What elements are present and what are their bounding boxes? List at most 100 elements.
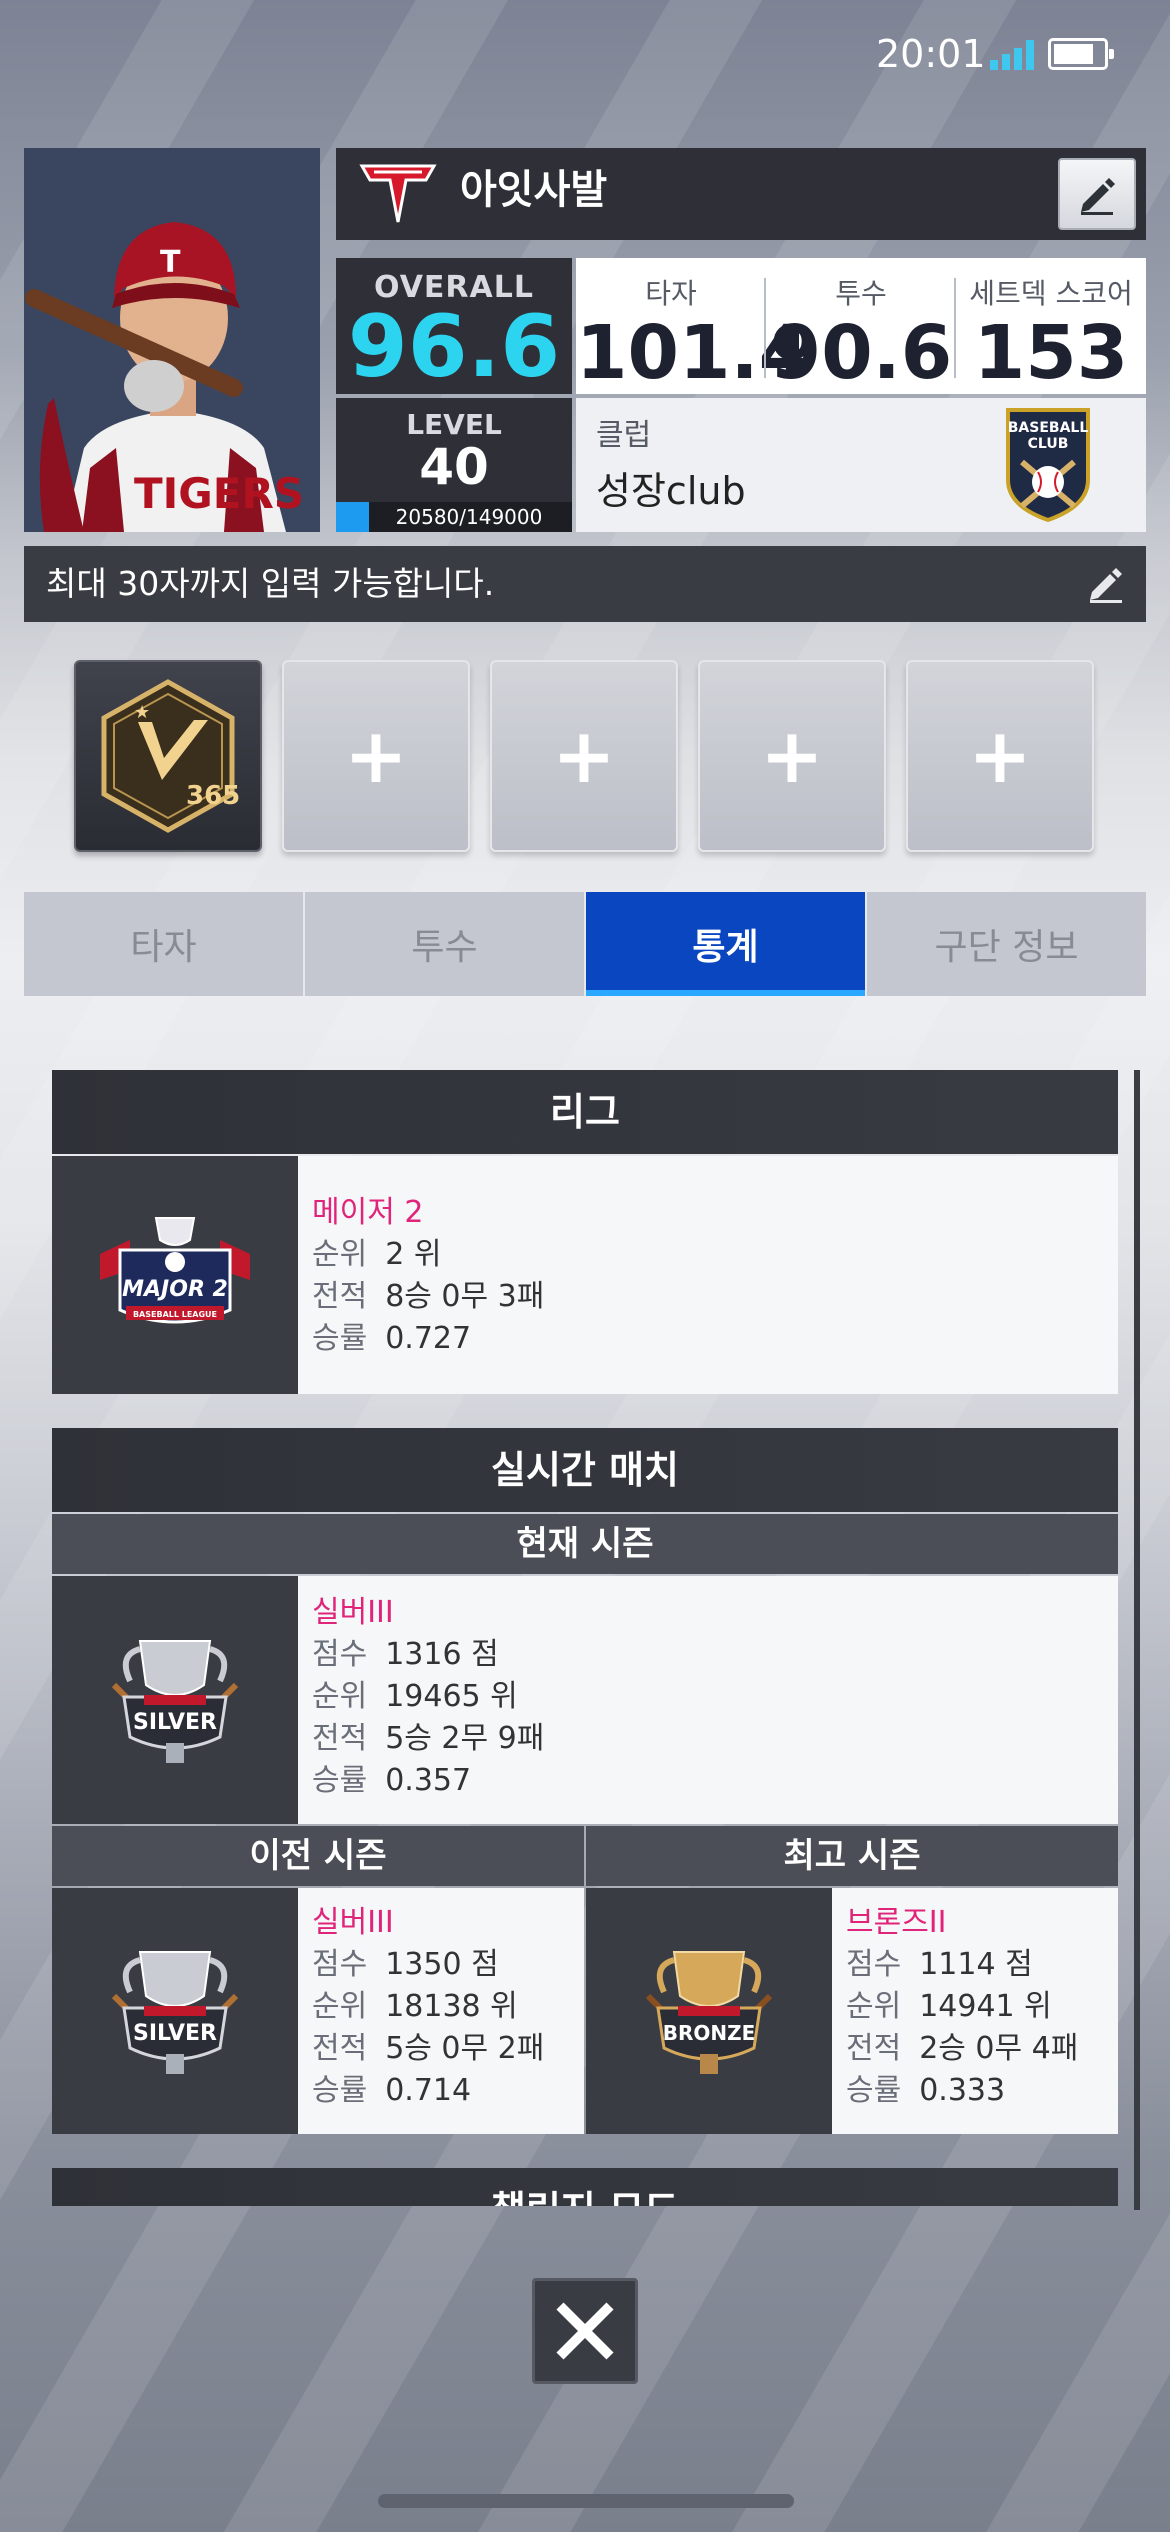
current-tier: 실버III (312, 1595, 394, 1630)
best-season-header: 최고 시즌 (586, 1826, 1118, 1886)
club-label: 클럽 (596, 418, 652, 453)
current-rate-row: 승률 0.357 (312, 1763, 472, 1798)
best-tier: 브론즈II (846, 1905, 947, 1940)
status-time: 20:01 (876, 32, 986, 76)
badge-slot-4[interactable]: + (698, 660, 886, 852)
profile-message-text: 최대 30자까지 입력 가능합니다. (46, 564, 495, 603)
batter-stat-label: 타자 (645, 277, 697, 310)
tab-bar: 타자 투수 통계 구단 정보 (24, 892, 1146, 996)
edit-name-button[interactable] (1058, 158, 1136, 230)
best-record-row: 전적 2승 0무 4패 (846, 2031, 1079, 2066)
bronze-trophy-icon: BRONZE (645, 1951, 773, 2074)
pitcher-stat: 투수 90.6 (766, 258, 956, 394)
current-season-info: 실버III 점수 1316 점 순위 19465 위 전적 5승 2무 9패 승률 0.… (298, 1576, 1118, 1824)
svg-text:MAJOR 2: MAJOR 2 (122, 1277, 228, 1302)
batter-stat-value: 101.4 (576, 310, 811, 396)
tab-pitcher[interactable]: 투수 (305, 892, 586, 996)
badge-slot-5[interactable]: + (906, 660, 1094, 852)
previous-season-info: 실버III 점수 1350 점 순위 18138 위 전적 5승 0무 2패 승률 0.… (298, 1888, 584, 2134)
player-name: 아잇사발 (460, 167, 608, 213)
best-season-emblem: BRONZE (586, 1888, 832, 2134)
current-season-emblem: SILVER (52, 1576, 298, 1824)
battery-icon (1048, 38, 1114, 70)
best-score-row: 점수 1114 점 (846, 1947, 1033, 1982)
major-league-emblem-icon: MAJOR 2 BASEBALL LEAGUE (100, 1217, 250, 1324)
league-info: 메이저 2 순위 2 위 전적 8승 0무 3패 승률 0.727 (298, 1156, 1118, 1394)
svg-text:365: 365 (186, 781, 240, 811)
level-value: 40 (419, 438, 489, 496)
xp-progress-text: 20580/149000 (395, 505, 543, 529)
overall-value: 96.6 (347, 297, 561, 397)
current-rank-row: 순위 19465 위 (312, 1679, 518, 1714)
previous-rank-row: 순위 18138 위 (312, 1989, 518, 2024)
add-badge-icon: + (344, 711, 408, 800)
svg-text:TIGERS: TIGERS (134, 469, 304, 518)
club-emblem-icon: BASEBALL CLUB (1006, 408, 1090, 522)
level-label: LEVEL (406, 408, 502, 441)
silver-trophy-icon: SILVER (111, 1640, 239, 1763)
best-season-info: 브론즈II 점수 1114 점 순위 14941 위 전적 2승 0무 4패 승률 0.… (832, 1888, 1118, 2134)
previous-season-header: 이전 시즌 (52, 1826, 584, 1886)
svg-text:CLUB: CLUB (1028, 436, 1069, 452)
add-badge-icon: + (968, 711, 1032, 800)
stats-panel: 타자 101.4 투수 90.6 세트덱 스코어 153 (576, 258, 1146, 394)
player-portrait: TIGERS T (24, 148, 320, 532)
badge-slot-2[interactable]: + (282, 660, 470, 852)
club-name: 성장club (596, 469, 746, 513)
badge-slot-1[interactable]: 365 ★ (74, 660, 262, 852)
pencil-icon (1081, 178, 1115, 215)
add-badge-icon: + (552, 711, 616, 800)
previous-season-emblem: SILVER (52, 1888, 298, 2134)
league-header: 리그 (52, 1070, 1118, 1154)
current-season-header: 현재 시즌 (52, 1514, 1118, 1574)
setdeck-stat-value: 153 (973, 310, 1129, 396)
league-record-row: 전적 8승 0무 3패 (312, 1279, 545, 1314)
scrollbar[interactable] (1134, 1070, 1140, 2210)
xp-progress-bar: 20580/149000 (336, 502, 572, 532)
badge-365-icon: 365 ★ (101, 679, 240, 833)
pitcher-stat-label: 투수 (835, 277, 887, 310)
overall-box: OVERALL 96.6 (336, 258, 572, 394)
pitcher-stat-value: 90.6 (769, 310, 953, 396)
badge-slot-3[interactable]: + (490, 660, 678, 852)
silver-trophy-icon: SILVER (111, 1951, 239, 2074)
league-rank-row: 순위 2 위 (312, 1237, 442, 1272)
tab-club-info[interactable]: 구단 정보 (867, 892, 1146, 996)
batter-stat: 타자 101.4 (576, 258, 811, 396)
setdeck-stat-label: 세트덱 스코어 (969, 277, 1133, 310)
svg-text:BASEBALL: BASEBALL (1008, 420, 1089, 436)
level-box: LEVEL 40 (336, 398, 572, 502)
current-score-row: 점수 1316 점 (312, 1637, 499, 1672)
league-emblem: MAJOR 2 BASEBALL LEAGUE (52, 1156, 298, 1394)
challenge-header: 챌린지 모드 (52, 2168, 1118, 2206)
challenge-section: 챌린지 모드 (52, 2168, 1118, 2206)
realtime-header: 실시간 매치 (52, 1428, 1118, 1512)
add-badge-icon: + (760, 711, 824, 800)
tab-stats[interactable]: 통계 (586, 892, 867, 996)
setdeck-stat: 세트덱 스코어 153 (956, 258, 1146, 394)
svg-text:SILVER: SILVER (133, 2021, 217, 2046)
xp-progress-fill (336, 502, 369, 532)
svg-text:BRONZE: BRONZE (663, 2021, 756, 2045)
svg-text:BASEBALL LEAGUE: BASEBALL LEAGUE (133, 1310, 217, 1319)
previous-tier: 실버III (312, 1905, 394, 1940)
previous-rate-row: 승률 0.714 (312, 2073, 472, 2108)
current-record-row: 전적 5승 2무 9패 (312, 1721, 545, 1756)
player-name-bar (336, 148, 1146, 240)
club-panel[interactable]: 클럽 성장club BASEBALL CLUB (576, 398, 1146, 532)
team-logo-icon (358, 162, 438, 226)
pencil-icon[interactable] (1086, 564, 1126, 604)
previous-record-row: 전적 5승 0무 2패 (312, 2031, 545, 2066)
league-tier: 메이저 2 (312, 1195, 424, 1230)
close-icon (556, 2302, 614, 2360)
signal-icon (990, 40, 1034, 70)
tab-batter[interactable]: 타자 (24, 892, 305, 996)
svg-text:★: ★ (134, 702, 150, 723)
close-button[interactable] (532, 2278, 638, 2384)
previous-score-row: 점수 1350 점 (312, 1947, 499, 1982)
home-indicator[interactable] (378, 2494, 794, 2508)
svg-text:T: T (160, 245, 181, 280)
profile-message-bar[interactable]: 최대 30자까지 입력 가능합니다. (24, 546, 1146, 622)
best-rank-row: 순위 14941 위 (846, 1989, 1052, 2024)
league-rate-row: 승률 0.727 (312, 1321, 472, 1356)
